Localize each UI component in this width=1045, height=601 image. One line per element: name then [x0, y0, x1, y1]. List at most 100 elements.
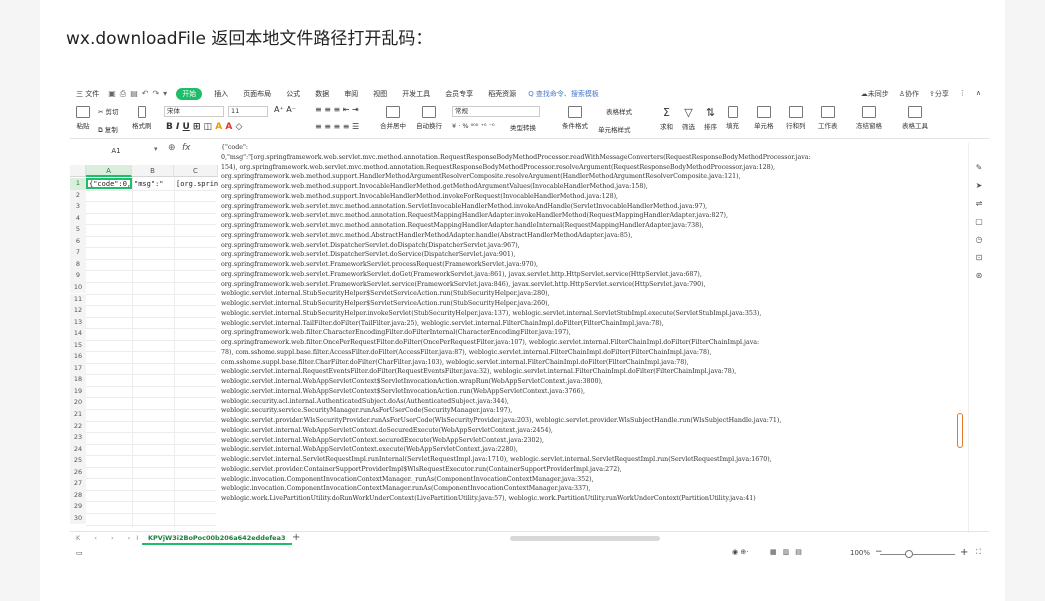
dropdown-icon[interactable]: ▾ — [163, 89, 167, 99]
row-header[interactable]: 24 — [70, 443, 86, 456]
tab-resources[interactable]: 稻壳资源 — [485, 88, 519, 100]
row-header[interactable]: 27 — [70, 478, 86, 490]
share-button[interactable]: ⇪分享 — [929, 89, 949, 99]
row-header[interactable]: 7 — [70, 247, 86, 259]
row-header[interactable]: 5 — [70, 224, 86, 236]
number-format-select[interactable]: 常规 — [452, 106, 540, 117]
row-header[interactable]: 25 — [70, 455, 86, 467]
row-header[interactable]: 13 — [70, 316, 86, 329]
cell-b1[interactable]: "msg":" — [134, 180, 172, 188]
tab-insert[interactable]: 插入 — [211, 88, 231, 100]
row-header[interactable]: 11 — [70, 293, 86, 306]
cell-style-button[interactable]: 单元格样式 — [598, 124, 631, 134]
name-box-dropdown-icon[interactable]: ▾ — [154, 145, 158, 153]
tab-page-layout[interactable]: 页面布局 — [240, 88, 274, 100]
file-menu[interactable]: 三 文件 — [76, 89, 99, 99]
font-name-select[interactable]: 宋体 — [164, 106, 224, 117]
collab-button[interactable]: ♙协作 — [899, 89, 919, 99]
history-icon[interactable]: ◷ — [976, 235, 983, 244]
cell-c1[interactable]: [org.springf — [176, 180, 218, 188]
row-header[interactable]: 9 — [70, 270, 86, 282]
row-header[interactable]: 12 — [70, 305, 86, 317]
formula-content-expanded[interactable]: {"code": 0,"msg":"[org.springframework.we… — [218, 143, 954, 522]
row-header[interactable]: 16 — [70, 351, 86, 363]
row-header[interactable]: 8 — [70, 258, 86, 271]
merge-center-button[interactable]: 合并居中 — [380, 106, 406, 130]
paste-button[interactable]: 粘贴 — [76, 106, 90, 130]
column-header-b[interactable]: B — [132, 165, 174, 177]
sort-button[interactable]: ⇅ 排序 — [704, 106, 717, 131]
row-header[interactable]: 4 — [70, 212, 86, 225]
row-header[interactable]: 10 — [70, 281, 86, 294]
corner-select-all[interactable] — [70, 165, 86, 177]
row-header[interactable]: 22 — [70, 420, 86, 433]
align-bottom-icons[interactable]: ≡ ≡ ≡ ≡ ☰ — [315, 122, 359, 131]
copy-button[interactable]: ⧉ 复制 — [98, 124, 118, 135]
number-format-icons[interactable]: ¥ · % ⁰⁰⁰ ⁺⁰ ⁻⁰ — [452, 122, 495, 130]
page-break-icon[interactable]: ▤ — [795, 548, 802, 556]
undo-icon[interactable]: ↶ — [142, 89, 149, 99]
tab-view[interactable]: 视图 — [370, 88, 390, 100]
row-header[interactable]: 3 — [70, 201, 86, 213]
wrap-text-button[interactable]: 自动换行 — [416, 106, 442, 130]
freeze-pane-button[interactable]: 冻结窗格 — [856, 106, 882, 130]
sheet-tab[interactable]: KPVjW3i2BoPoc00b206a642eddefea3 — [142, 532, 292, 545]
command-search[interactable]: Q 查找命令、搜索模板 — [528, 89, 599, 99]
tab-developer[interactable]: 开发工具 — [399, 88, 433, 100]
normal-view-icon[interactable]: ▦ — [770, 548, 777, 556]
cond-format-button[interactable]: 条件格式 — [562, 106, 588, 130]
zoom-in-icon[interactable]: + — [960, 547, 968, 558]
page-view-icon[interactable]: ▥ — [783, 548, 790, 556]
align-top-icons[interactable]: ≡ ≡ ≡ ⇤ ⇥ — [315, 105, 359, 114]
scrollbar-thumb[interactable] — [957, 413, 963, 448]
horizontal-scrollbar[interactable] — [500, 536, 950, 541]
more-icon[interactable]: ⋮ — [959, 89, 966, 99]
zoom-out-icon[interactable]: − — [875, 547, 883, 557]
row-header[interactable]: 29 — [70, 501, 86, 513]
settings-icon[interactable]: ⊛ — [976, 271, 983, 280]
tab-formulas[interactable]: 公式 — [283, 88, 303, 100]
sheet-nav-icons[interactable]: K ‹ › ›I — [76, 534, 144, 542]
vertical-scrollbar[interactable] — [954, 143, 968, 533]
share-file-icon[interactable]: ⊡ — [976, 253, 983, 262]
fx-icon[interactable]: fx — [182, 143, 191, 153]
tab-home[interactable]: 开始 — [176, 88, 203, 100]
column-header-a[interactable]: A — [86, 165, 132, 177]
table-tools-button[interactable]: 表格工具 — [902, 106, 928, 130]
tab-data[interactable]: 数据 — [312, 88, 332, 100]
row-header[interactable]: 20 — [70, 397, 86, 409]
zoom-slider-knob[interactable] — [905, 550, 913, 558]
font-style-buttons[interactable]: B I U ⊞ ◫ A A ◇ — [166, 122, 242, 132]
font-grow-icon[interactable]: A⁺ A⁻ — [274, 105, 296, 114]
save-icon[interactable]: ▣ — [108, 89, 116, 99]
fullscreen-icon[interactable]: ⛶ — [976, 548, 981, 557]
worksheet-button[interactable]: 工作表 — [818, 106, 838, 130]
eye-protection-icon[interactable]: ◉ ⊕· — [732, 548, 748, 556]
select-cursor-icon[interactable]: ➤ — [976, 181, 983, 190]
row-header[interactable]: 6 — [70, 235, 86, 248]
row-header[interactable]: 1 — [70, 178, 86, 190]
horizontal-scroll-thumb[interactable] — [510, 536, 660, 541]
tab-review[interactable]: 审阅 — [341, 88, 361, 100]
font-size-select[interactable]: 11 — [228, 106, 268, 117]
tab-member[interactable]: 会员专享 — [442, 88, 476, 100]
column-header-c[interactable]: C — [174, 165, 218, 177]
add-sheet-icon[interactable]: + — [292, 532, 300, 543]
format-painter-button[interactable]: 格式刷 — [132, 106, 152, 130]
name-box[interactable]: A1 — [70, 145, 162, 157]
row-header[interactable]: 17 — [70, 362, 86, 375]
row-header[interactable]: 15 — [70, 339, 86, 352]
cell-button[interactable]: 单元格 — [754, 106, 774, 130]
view-mode-icons[interactable]: ▦ ▥ ▤ — [770, 548, 802, 556]
zoom-formula-icon[interactable]: ⊕ — [168, 143, 176, 153]
row-header[interactable]: 26 — [70, 466, 86, 479]
print-icon[interactable]: ⎙ — [120, 89, 126, 99]
fill-button[interactable]: 填充 — [726, 106, 739, 130]
preview-icon[interactable]: ▤ — [130, 89, 138, 99]
collapse-ribbon-icon[interactable]: ∧ — [976, 89, 981, 99]
cell-a1[interactable]: {"code":0, — [89, 180, 130, 188]
row-header[interactable]: 28 — [70, 489, 86, 502]
filter-button[interactable]: ▽ 筛选 — [682, 106, 695, 131]
row-header[interactable]: 14 — [70, 328, 86, 340]
table-style-button[interactable]: 表格样式 — [606, 106, 632, 116]
